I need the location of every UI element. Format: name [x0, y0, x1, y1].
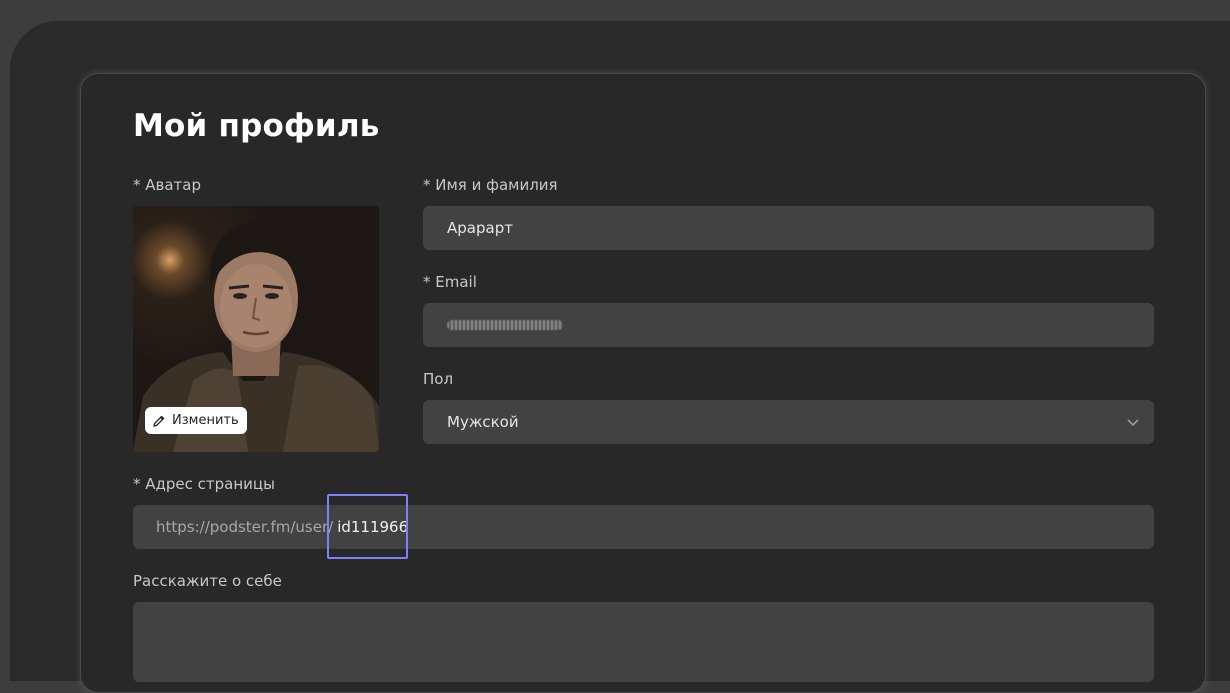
name-value: Арарарт	[447, 219, 513, 237]
chevron-down-icon	[1127, 419, 1139, 427]
name-input[interactable]: Арарарт	[423, 206, 1154, 250]
name-label: * Имя и фамилия	[423, 176, 558, 194]
focus-highlight-box	[327, 494, 408, 559]
gender-value: Мужской	[447, 413, 519, 431]
page-url-input[interactable]: https://podster.fm/user/ id111966	[133, 505, 1154, 549]
about-textarea[interactable]	[133, 602, 1154, 682]
email-label: * Email	[423, 273, 477, 291]
gender-select[interactable]: Мужской	[423, 400, 1154, 444]
avatar-label: * Аватар	[133, 176, 202, 194]
email-input[interactable]	[423, 303, 1154, 347]
gender-label: Пол	[423, 370, 454, 388]
page-url-prefix: https://podster.fm/user/	[156, 518, 334, 536]
change-avatar-button[interactable]: Изменить	[145, 407, 247, 434]
pencil-icon	[153, 415, 165, 427]
page-url-label: * Адрес страницы	[133, 475, 275, 493]
email-redacted-value	[447, 320, 563, 330]
about-label: Расскажите о себе	[133, 572, 282, 590]
page-title: Мой профиль	[133, 108, 380, 144]
change-avatar-label: Изменить	[172, 413, 239, 428]
